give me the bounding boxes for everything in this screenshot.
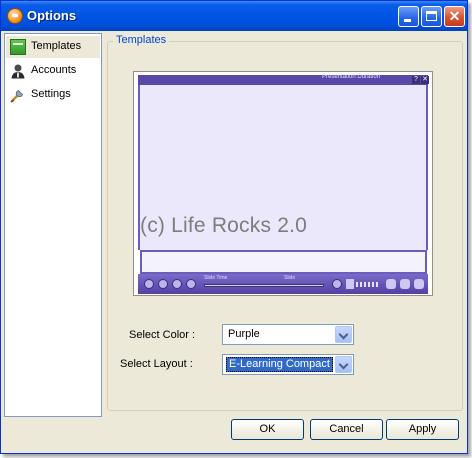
sidebar-item-settings[interactable]: Settings	[6, 84, 100, 106]
sidebar-item-label: Settings	[31, 88, 71, 100]
previous-icon	[158, 279, 168, 289]
close-icon: ✕	[448, 8, 461, 24]
preview-control-bar: Slide Time Slide	[138, 274, 428, 294]
maximize-button[interactable]	[421, 6, 442, 27]
select-color-label: Select Color :	[129, 329, 196, 341]
volume-level-icon	[356, 282, 378, 287]
window-title: Options	[27, 8, 77, 23]
layout-select-value: E-Learning Compact	[226, 357, 333, 372]
layout-select[interactable]: E-Learning Compact	[222, 354, 354, 375]
next-icon	[186, 279, 196, 289]
template-preview: Presentation Duration ? ✕ Slide Time Sli…	[133, 71, 433, 296]
preview-header-text: Presentation Duration	[322, 74, 381, 80]
maximize-icon	[426, 11, 437, 21]
minimize-icon	[404, 19, 411, 22]
chevron-down-icon[interactable]	[335, 356, 352, 373]
volume-icon	[346, 279, 354, 289]
slide-time-label: Slide Time	[204, 275, 228, 281]
sidebar: Templates Accounts Settings	[4, 33, 102, 417]
app-icon	[7, 8, 23, 24]
chevron-down-icon[interactable]	[335, 326, 352, 343]
color-select[interactable]: Purple	[222, 324, 354, 345]
link-icon	[414, 279, 424, 289]
preview-title-bar: Presentation Duration ? ✕	[138, 74, 429, 85]
minimize-button[interactable]	[398, 6, 419, 27]
sidebar-item-label: Accounts	[31, 64, 77, 76]
options-window: Options ✕ Templates Accounts Settings Te…	[0, 0, 468, 454]
select-layout-label: Select Layout :	[120, 358, 193, 370]
sidebar-item-label: Templates	[31, 40, 82, 52]
attach-icon	[400, 279, 410, 289]
progress-track	[204, 284, 324, 287]
user-icon	[11, 64, 25, 79]
apply-button[interactable]: Apply	[386, 419, 459, 440]
ok-button[interactable]: OK	[231, 419, 304, 440]
cancel-button[interactable]: Cancel	[310, 419, 383, 440]
preview-notes-area	[140, 250, 427, 274]
watermark-text: (c) Life Rocks 2.0	[140, 214, 307, 237]
template-icon	[10, 39, 26, 55]
pause-icon	[144, 279, 154, 289]
sidebar-item-accounts[interactable]: Accounts	[6, 60, 100, 82]
slide-label: Slide	[284, 275, 296, 281]
bubble-icon	[386, 279, 396, 289]
sidebar-item-templates[interactable]: Templates	[6, 36, 100, 58]
title-bar[interactable]: Options ✕	[1, 1, 467, 31]
help-icon: ?	[412, 76, 420, 84]
close-button[interactable]: ✕	[444, 6, 465, 27]
settings-wrench-icon	[10, 90, 23, 103]
play-icon	[172, 279, 182, 289]
groupbox-legend: Templates	[113, 34, 170, 46]
close-icon: ✕	[421, 76, 429, 84]
color-select-value: Purple	[228, 328, 260, 340]
timer-icon	[332, 279, 342, 289]
